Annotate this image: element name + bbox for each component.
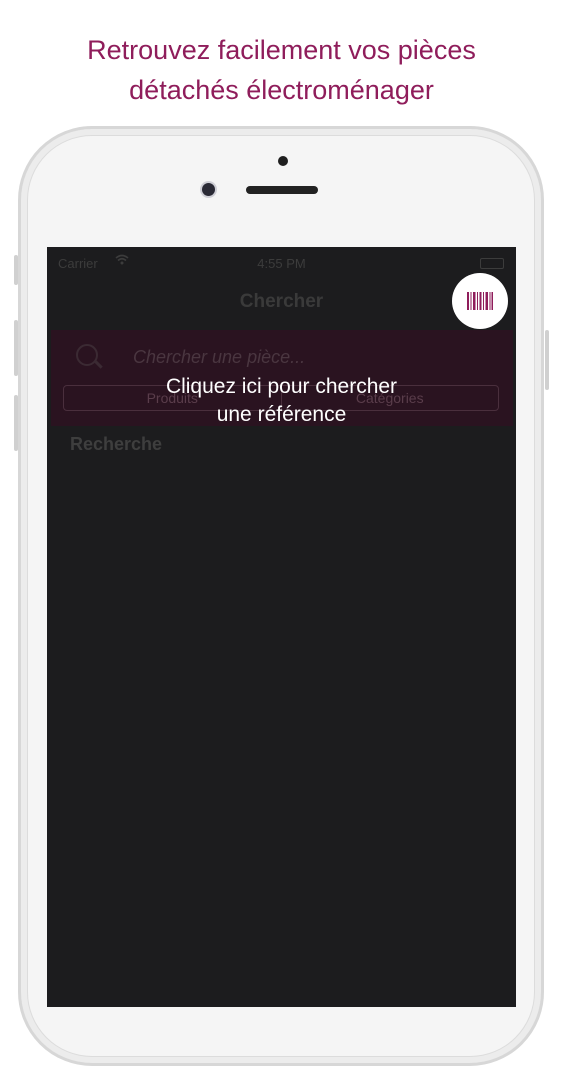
promo-headline: Retrouvez facilement vos pièces détachés… bbox=[0, 30, 563, 110]
coach-mark-tooltip: Cliquez ici pour chercher une référence bbox=[47, 373, 516, 429]
barcode-icon bbox=[467, 292, 493, 310]
tooltip-line2: une référence bbox=[216, 403, 347, 426]
promo-headline-line1: Retrouvez facilement vos pièces bbox=[87, 35, 476, 65]
earpiece-speaker bbox=[246, 186, 318, 194]
status-bar: Carrier 4:55 PM bbox=[47, 247, 516, 279]
phone-volume-down bbox=[14, 395, 18, 451]
front-camera bbox=[202, 183, 215, 196]
promo-headline-line2: détachés électroménager bbox=[129, 75, 434, 105]
page-title: Chercher bbox=[239, 291, 324, 312]
app-screen: Carrier 4:55 PM Chercher Chercher une pi… bbox=[47, 247, 516, 1007]
battery-icon bbox=[480, 258, 504, 269]
phone-volume-up bbox=[14, 320, 18, 376]
search-icon bbox=[76, 344, 98, 366]
phone-mute-switch bbox=[14, 255, 18, 285]
tooltip-line1: Cliquez ici pour chercher bbox=[165, 375, 398, 398]
proximity-sensor bbox=[278, 156, 288, 166]
barcode-scan-button[interactable] bbox=[452, 273, 508, 329]
phone-power-button bbox=[545, 330, 549, 390]
section-header-recherche: Recherche bbox=[70, 434, 163, 454]
status-time: 4:55 PM bbox=[257, 256, 306, 271]
navigation-bar: Chercher bbox=[47, 279, 516, 329]
search-input[interactable] bbox=[131, 344, 475, 370]
